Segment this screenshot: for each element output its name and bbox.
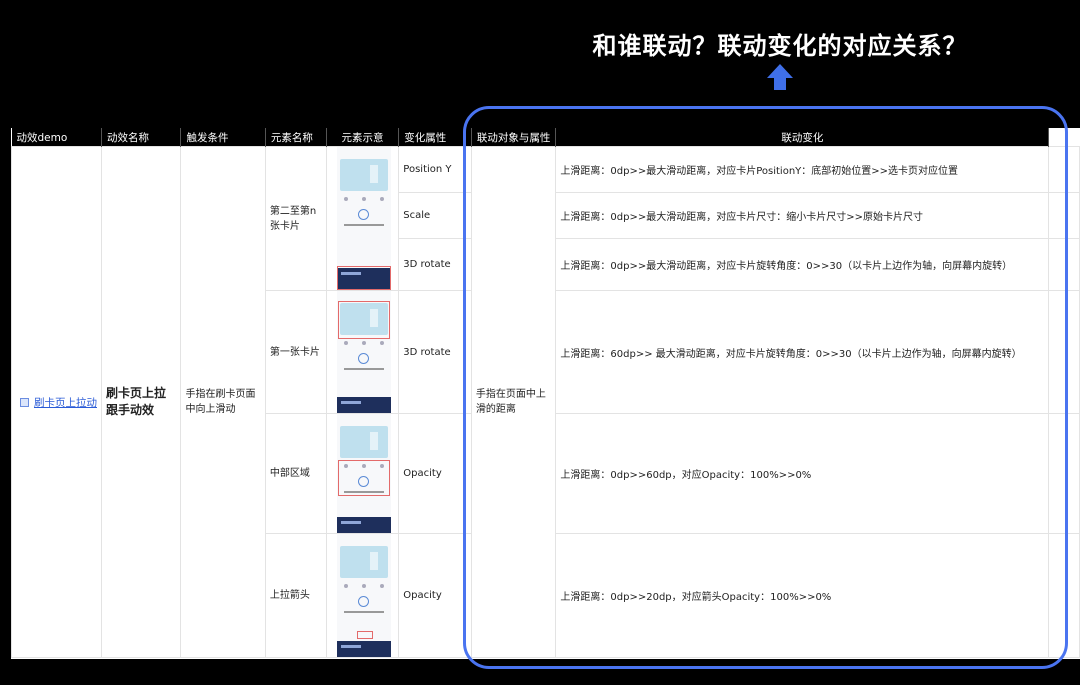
change-cell: 上滑距离：0dp>>最大滑动距离，对应卡片旋转角度：0>>30（以卡片上边作为轴… xyxy=(555,238,1050,291)
header-row: 动效demo 动效名称 触发条件 元素名称 元素示意 变化属性 联动对象与属性 … xyxy=(11,128,1080,147)
property-cell: Opacity xyxy=(398,533,472,658)
header-demo[interactable]: 动效demo xyxy=(11,128,102,147)
linked-object-cell: 手指在页面中上滑的距离 xyxy=(470,146,557,658)
element-preview-arrow xyxy=(325,533,400,658)
property-cell: Scale xyxy=(398,192,472,239)
header-blank xyxy=(1048,128,1080,147)
property-cell: 3D rotate xyxy=(398,238,472,291)
change-cell: 上滑距离：60dp>> 最大滑动距离，对应卡片旋转角度：0>>30（以卡片上边作… xyxy=(555,290,1050,414)
slide: 和谁联动？联动变化的对应关系？ 动效demo 动效名称 触发条件 元素名称 元素… xyxy=(0,0,1080,685)
phone-thumbnail xyxy=(336,147,391,290)
element-preview-middle xyxy=(325,413,400,534)
header-property[interactable]: 变化属性 xyxy=(398,128,472,147)
demo-link[interactable]: 刷卡页上拉动 xyxy=(34,397,97,409)
header-trigger[interactable]: 触发条件 xyxy=(180,128,266,147)
element-name-cell: 第二至第n张卡片 xyxy=(264,146,327,291)
property-cell: Position Y xyxy=(398,146,472,193)
phone-thumbnail xyxy=(336,534,391,657)
change-cell: 上滑距离：0dp>>20dp，对应箭头Opacity：100%>>0% xyxy=(555,533,1050,658)
demo-cell: 刷卡页上拉动 xyxy=(11,146,102,658)
spec-sheet: 动效demo 动效名称 触发条件 元素名称 元素示意 变化属性 联动对象与属性 … xyxy=(11,128,1080,659)
up-arrow-icon xyxy=(767,64,793,90)
trigger-cell: 手指在刷卡页面中向上滑动 xyxy=(180,146,266,658)
effect-name-cell: 刷卡页上拉跟手动效 xyxy=(100,146,182,658)
header-element-preview[interactable]: 元素示意 xyxy=(326,128,400,147)
link-icon xyxy=(20,398,29,407)
element-name-cell: 第一张卡片 xyxy=(264,290,327,414)
header-effect-name[interactable]: 动效名称 xyxy=(101,128,182,147)
spec-table: 动效demo 动效名称 触发条件 元素名称 元素示意 变化属性 联动对象与属性 … xyxy=(11,128,1080,658)
header-linked-change[interactable]: 联动变化 xyxy=(555,128,1050,147)
property-cell: 3D rotate xyxy=(398,290,472,414)
element-preview-first-card xyxy=(325,290,400,414)
phone-thumbnail xyxy=(336,414,391,533)
change-cell: 上滑距离：0dp>>60dp，对应Opacity：100%>>0% xyxy=(555,413,1050,534)
element-name-cell: 中部区域 xyxy=(264,413,327,534)
slide-headline: 和谁联动？联动变化的对应关系？ xyxy=(592,32,968,60)
change-cell: 上滑距离：0dp>>最大滑动距离，对应卡片PositionY：底部初始位置>>选… xyxy=(555,146,1050,193)
header-element-name[interactable]: 元素名称 xyxy=(265,128,327,147)
element-preview-cards xyxy=(325,146,400,291)
element-name-cell: 上拉箭头 xyxy=(264,533,327,658)
property-cell: Opacity xyxy=(398,413,472,534)
change-cell: 上滑距离：0dp>>最大滑动距离，对应卡片尺寸：缩小卡片尺寸>>原始卡片尺寸 xyxy=(555,192,1050,239)
header-linked-object[interactable]: 联动对象与属性 xyxy=(471,128,557,147)
table-row: 刷卡页上拉动 刷卡页上拉跟手动效 手指在刷卡页面中向上滑动 第二至第n张卡片 P… xyxy=(11,146,1080,658)
phone-thumbnail xyxy=(336,291,391,413)
